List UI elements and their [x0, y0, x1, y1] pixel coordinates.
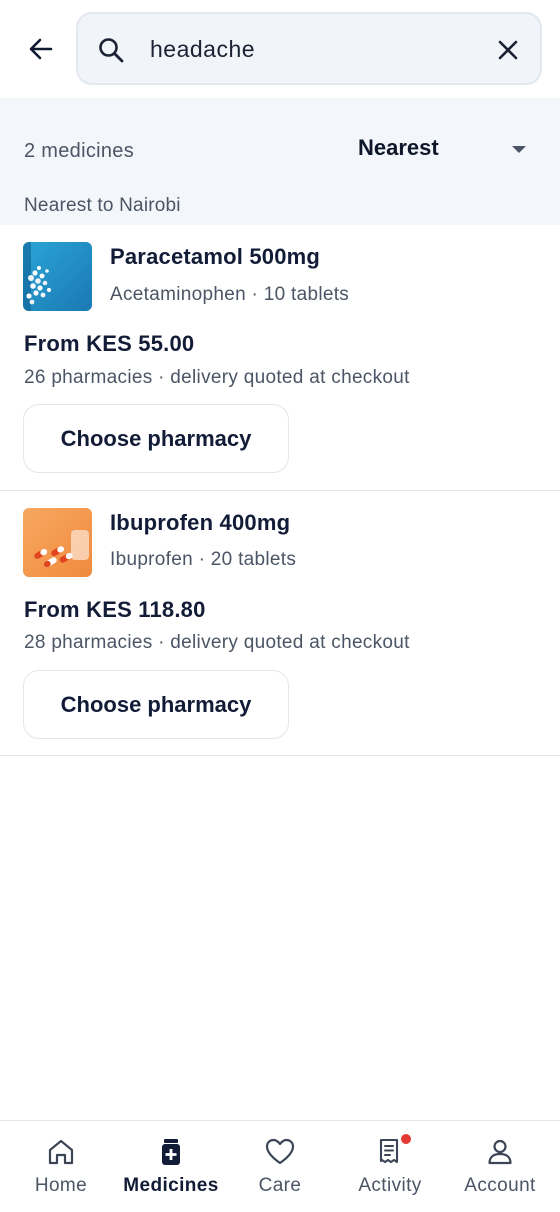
medicine-availability: 26 pharmacies · delivery quoted at check…	[24, 367, 410, 388]
choose-pharmacy-button[interactable]: Choose pharmacy	[23, 670, 289, 739]
medicine-thumbnail	[23, 508, 92, 577]
medicine-price: From KES 55.00	[24, 331, 195, 356]
back-button[interactable]	[20, 28, 62, 70]
sort-selected-value: Nearest	[358, 135, 439, 160]
medicine-name[interactable]: Paracetamol 500mg	[110, 244, 320, 270]
nav-label: Medicines	[123, 1175, 219, 1196]
heart-icon	[265, 1138, 295, 1165]
choose-pharmacy-button[interactable]: Choose pharmacy	[23, 404, 289, 473]
search-header	[0, 0, 560, 98]
nav-item-activity[interactable]: Activity	[334, 1121, 446, 1212]
medicine-price: From KES 118.80	[24, 597, 206, 622]
result-count: 2 medicines	[24, 140, 135, 162]
medicine-card: Paracetamol 500mg Acetaminophen · 10 tab…	[0, 225, 560, 491]
nav-item-home[interactable]: Home	[5, 1121, 117, 1212]
nav-item-care[interactable]: Care	[224, 1121, 336, 1212]
nav-label: Home	[34, 1175, 88, 1196]
nav-label: Account	[464, 1175, 536, 1196]
location-context: Nearest to Nairobi	[24, 195, 181, 216]
notification-badge	[401, 1134, 411, 1144]
pills-image	[23, 242, 92, 311]
nav-item-medicines[interactable]: Medicines	[115, 1121, 227, 1212]
home-icon	[48, 1139, 74, 1165]
search-box	[76, 12, 542, 85]
nav-label: Care	[258, 1175, 302, 1196]
bottom-navigation: Home Medicines Care Activity Account	[0, 1120, 560, 1212]
arrow-left-icon	[29, 38, 53, 60]
medicine-name[interactable]: Ibuprofen 400mg	[110, 510, 290, 536]
medicine-bottle-icon	[162, 1139, 180, 1165]
clear-search-icon[interactable]	[494, 36, 522, 64]
medicine-card: Ibuprofen 400mg Ibuprofen · 20 tablets F…	[0, 491, 560, 756]
sort-dropdown[interactable]: Nearest	[340, 128, 540, 170]
medicine-generic-and-pack: Acetaminophen · 10 tablets	[110, 284, 350, 305]
nav-item-account[interactable]: Account	[444, 1121, 556, 1212]
search-input[interactable]	[150, 32, 470, 66]
capsules-image	[23, 508, 92, 577]
medicine-generic-and-pack: Ibuprofen · 20 tablets	[110, 549, 297, 570]
medicine-thumbnail	[23, 242, 92, 311]
nav-label: Activity	[358, 1175, 422, 1196]
user-icon	[488, 1139, 512, 1165]
medicine-availability: 28 pharmacies · delivery quoted at check…	[24, 632, 410, 653]
search-icon	[99, 38, 124, 63]
chevron-down-icon	[512, 146, 526, 153]
